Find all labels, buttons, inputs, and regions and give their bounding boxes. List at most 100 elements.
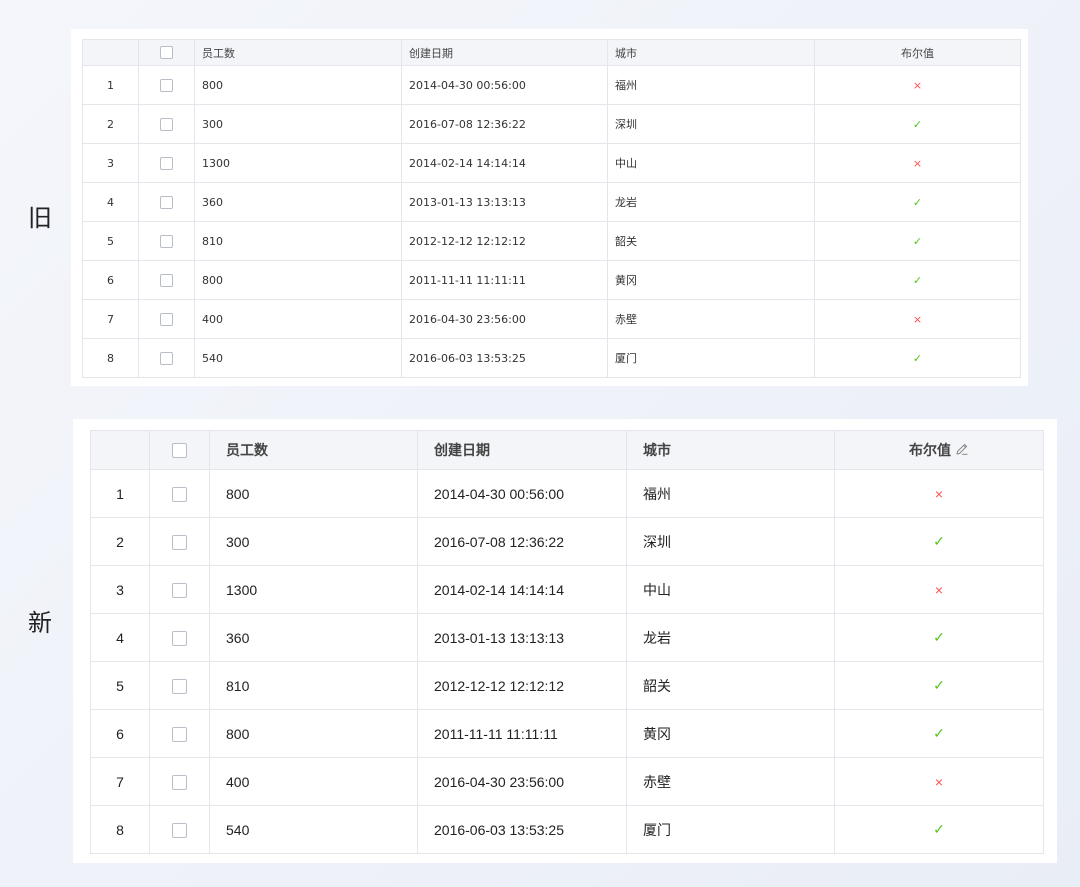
select-all-checkbox[interactable]: [160, 46, 173, 60]
created-cell: 2014-02-14 14:14:14: [401, 143, 608, 183]
table-row[interactable]: 5 810 2012-12-12 12:12:12 韶关 ✓: [82, 221, 1021, 261]
bool-cell: ✓: [834, 613, 1044, 662]
row-index: 5: [90, 661, 150, 710]
row-checkbox[interactable]: [160, 351, 173, 365]
bool-cell: ✓: [834, 517, 1044, 566]
row-checkbox[interactable]: [172, 534, 187, 550]
row-checkbox[interactable]: [172, 774, 187, 790]
row-checkbox[interactable]: [160, 156, 173, 170]
created-header[interactable]: 创建日期: [417, 430, 627, 470]
table-row[interactable]: 1 800 2014-04-30 00:56:00 福州 ×: [90, 469, 1044, 518]
created-cell: 2016-04-30 23:56:00: [401, 299, 608, 339]
created-cell: 2016-06-03 13:53:25: [417, 805, 627, 854]
index-header: [90, 430, 150, 470]
employees-cell: 300: [209, 517, 418, 566]
row-index: 7: [90, 757, 150, 806]
check-icon: ✓: [912, 351, 923, 365]
created-cell: 2016-07-08 12:36:22: [417, 517, 627, 566]
row-select-cell: [138, 143, 195, 183]
bool-header-label: 布尔值: [909, 443, 951, 459]
table-row[interactable]: 8 540 2016-06-03 13:53:25 厦门 ✓: [82, 338, 1021, 378]
row-checkbox[interactable]: [172, 630, 187, 646]
table-row[interactable]: 2 300 2016-07-08 12:36:22 深圳 ✓: [82, 104, 1021, 144]
row-select-cell: [138, 299, 195, 339]
new-table-card: 员工数 创建日期 城市 布尔值 1 800 2014-04-30 00:56:00 福…: [73, 419, 1057, 863]
check-icon: ✓: [933, 677, 945, 693]
row-checkbox[interactable]: [172, 726, 187, 742]
row-select-cell: [149, 757, 210, 806]
row-checkbox[interactable]: [172, 678, 187, 694]
select-all-checkbox[interactable]: [172, 442, 187, 458]
row-checkbox[interactable]: [172, 822, 187, 838]
employees-cell: 800: [209, 709, 418, 758]
bool-cell: ×: [814, 299, 1021, 339]
table-row[interactable]: 1 800 2014-04-30 00:56:00 福州 ×: [82, 65, 1021, 105]
row-select-cell: [149, 709, 210, 758]
table-row[interactable]: 8 540 2016-06-03 13:53:25 厦门 ✓: [90, 805, 1044, 854]
row-index: 8: [82, 338, 139, 378]
new-label: 新: [28, 609, 52, 637]
row-checkbox[interactable]: [160, 312, 173, 326]
table-row[interactable]: 3 1300 2014-02-14 14:14:14 中山 ×: [90, 565, 1044, 614]
employees-cell: 540: [209, 805, 418, 854]
table-row[interactable]: 4 360 2013-01-13 13:13:13 龙岩 ✓: [90, 613, 1044, 662]
row-checkbox[interactable]: [160, 78, 173, 92]
row-checkbox[interactable]: [160, 273, 173, 287]
bool-cell: ×: [834, 469, 1044, 518]
employees-header[interactable]: 员工数: [209, 430, 418, 470]
bool-cell: ×: [814, 143, 1021, 183]
row-checkbox[interactable]: [160, 234, 173, 248]
pencil-icon[interactable]: [955, 442, 969, 460]
table-row[interactable]: 6 800 2011-11-11 11:11:11 黄冈 ✓: [90, 709, 1044, 758]
index-header: [82, 39, 139, 66]
created-cell: 2014-02-14 14:14:14: [417, 565, 627, 614]
row-index: 7: [82, 299, 139, 339]
bool-header[interactable]: 布尔值: [814, 39, 1021, 66]
row-index: 6: [90, 709, 150, 758]
table-row[interactable]: 7 400 2016-04-30 23:56:00 赤壁 ×: [82, 299, 1021, 339]
check-icon: ✓: [912, 234, 923, 248]
table-row[interactable]: 2 300 2016-07-08 12:36:22 深圳 ✓: [90, 517, 1044, 566]
city-cell: 龙岩: [607, 182, 815, 222]
created-cell: 2014-04-30 00:56:00: [417, 469, 627, 518]
row-checkbox[interactable]: [160, 117, 173, 131]
row-select-cell: [138, 260, 195, 300]
cross-icon: ×: [912, 78, 923, 92]
created-cell: 2014-04-30 00:56:00: [401, 65, 608, 105]
bool-cell: ✓: [814, 221, 1021, 261]
row-checkbox[interactable]: [172, 582, 187, 598]
employees-cell: 360: [209, 613, 418, 662]
table-row[interactable]: 7 400 2016-04-30 23:56:00 赤壁 ×: [90, 757, 1044, 806]
employees-cell: 800: [209, 469, 418, 518]
created-header[interactable]: 创建日期: [401, 39, 608, 66]
bool-cell: ✓: [814, 260, 1021, 300]
row-checkbox[interactable]: [172, 486, 187, 502]
city-header[interactable]: 城市: [626, 430, 835, 470]
bool-header[interactable]: 布尔值: [834, 430, 1044, 470]
created-cell: 2013-01-13 13:13:13: [401, 182, 608, 222]
created-cell: 2016-04-30 23:56:00: [417, 757, 627, 806]
bool-cell: ✓: [834, 709, 1044, 758]
city-header[interactable]: 城市: [607, 39, 815, 66]
row-select-cell: [149, 517, 210, 566]
created-cell: 2011-11-11 11:11:11: [401, 260, 608, 300]
table-header-row: 员工数 创建日期 城市 布尔值: [90, 430, 1044, 470]
row-index: 2: [90, 517, 150, 566]
row-index: 4: [82, 182, 139, 222]
table-row[interactable]: 5 810 2012-12-12 12:12:12 韶关 ✓: [90, 661, 1044, 710]
row-checkbox[interactable]: [160, 195, 173, 209]
table-row[interactable]: 6 800 2011-11-11 11:11:11 黄冈 ✓: [82, 260, 1021, 300]
city-cell: 黄冈: [626, 709, 835, 758]
employees-header[interactable]: 员工数: [194, 39, 402, 66]
city-cell: 深圳: [626, 517, 835, 566]
table-row[interactable]: 4 360 2013-01-13 13:13:13 龙岩 ✓: [82, 182, 1021, 222]
check-icon: ✓: [912, 195, 923, 209]
bool-cell: ✓: [834, 805, 1044, 854]
created-cell: 2012-12-12 12:12:12: [401, 221, 608, 261]
bool-cell: ✓: [814, 338, 1021, 378]
row-index: 6: [82, 260, 139, 300]
old-table-card: 员工数 创建日期 城市 布尔值 1 800 2014-04-30 00:56:00 福…: [71, 29, 1028, 386]
bool-cell: ×: [834, 757, 1044, 806]
table-row[interactable]: 3 1300 2014-02-14 14:14:14 中山 ×: [82, 143, 1021, 183]
employees-cell: 800: [194, 65, 402, 105]
